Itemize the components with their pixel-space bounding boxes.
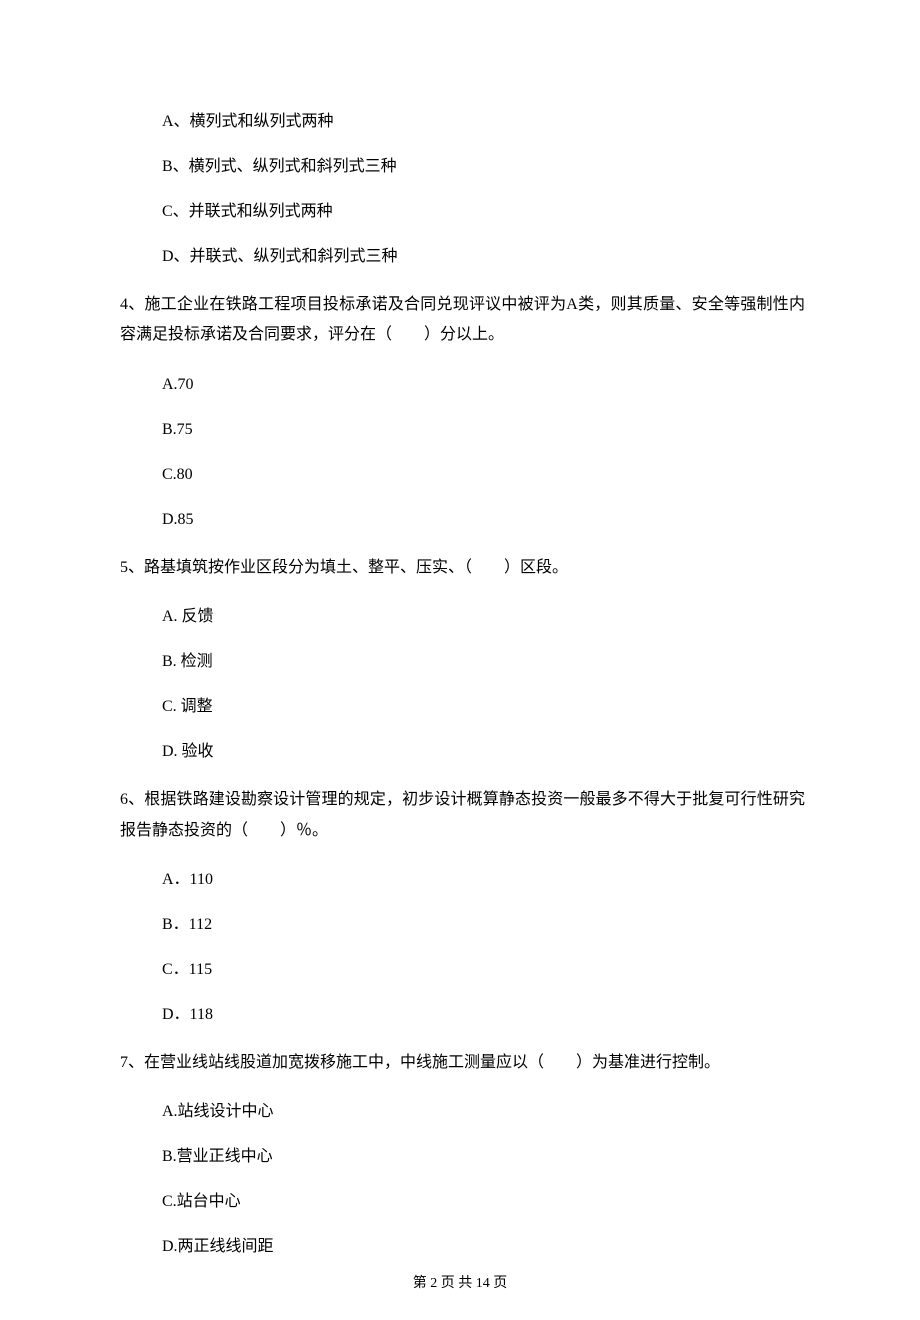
q4-text: 4、施工企业在铁路工程项目投标承诺及合同兑现评议中被评为A类，则其质量、安全等强… [120,290,805,351]
q5-text: 5、路基填筑按作业区段分为填土、整平、压实、（ ）区段。 [120,553,805,583]
q6-option-d: D．118 [120,1003,805,1027]
q7-option-a: A.站线设计中心 [120,1100,805,1124]
q4-option-a: A.70 [120,373,805,397]
document-page: A、横列式和纵列式两种 B、横列式、纵列式和斜列式三种 C、并联式和纵列式两种 … [0,0,920,1320]
q4-option-b: B.75 [120,418,805,442]
q7-option-b: B.营业正线中心 [120,1145,805,1169]
q7-option-d: D.两正线线间距 [120,1235,805,1259]
q7-text: 7、在营业线站线股道加宽拨移施工中，中线施工测量应以（ ）为基准进行控制。 [120,1048,805,1078]
q3-option-c: C、并联式和纵列式两种 [120,200,805,224]
q3-option-a: A、横列式和纵列式两种 [120,110,805,134]
q3-option-d: D、并联式、纵列式和斜列式三种 [120,245,805,269]
page-footer: 第 2 页 共 14 页 [0,1272,920,1292]
q5-option-c: C. 调整 [120,695,805,719]
q5-option-d: D. 验收 [120,740,805,764]
q6-option-a: A．110 [120,868,805,892]
q5-option-a: A. 反馈 [120,605,805,629]
q4-option-d: D.85 [120,508,805,532]
q6-text: 6、根据铁路建设勘察设计管理的规定，初步设计概算静态投资一般最多不得大于批复可行… [120,785,805,846]
q7-option-c: C.站台中心 [120,1190,805,1214]
q6-option-b: B．112 [120,913,805,937]
q5-option-b: B. 检测 [120,650,805,674]
q6-option-c: C．115 [120,958,805,982]
q3-option-b: B、横列式、纵列式和斜列式三种 [120,155,805,179]
q4-option-c: C.80 [120,463,805,487]
